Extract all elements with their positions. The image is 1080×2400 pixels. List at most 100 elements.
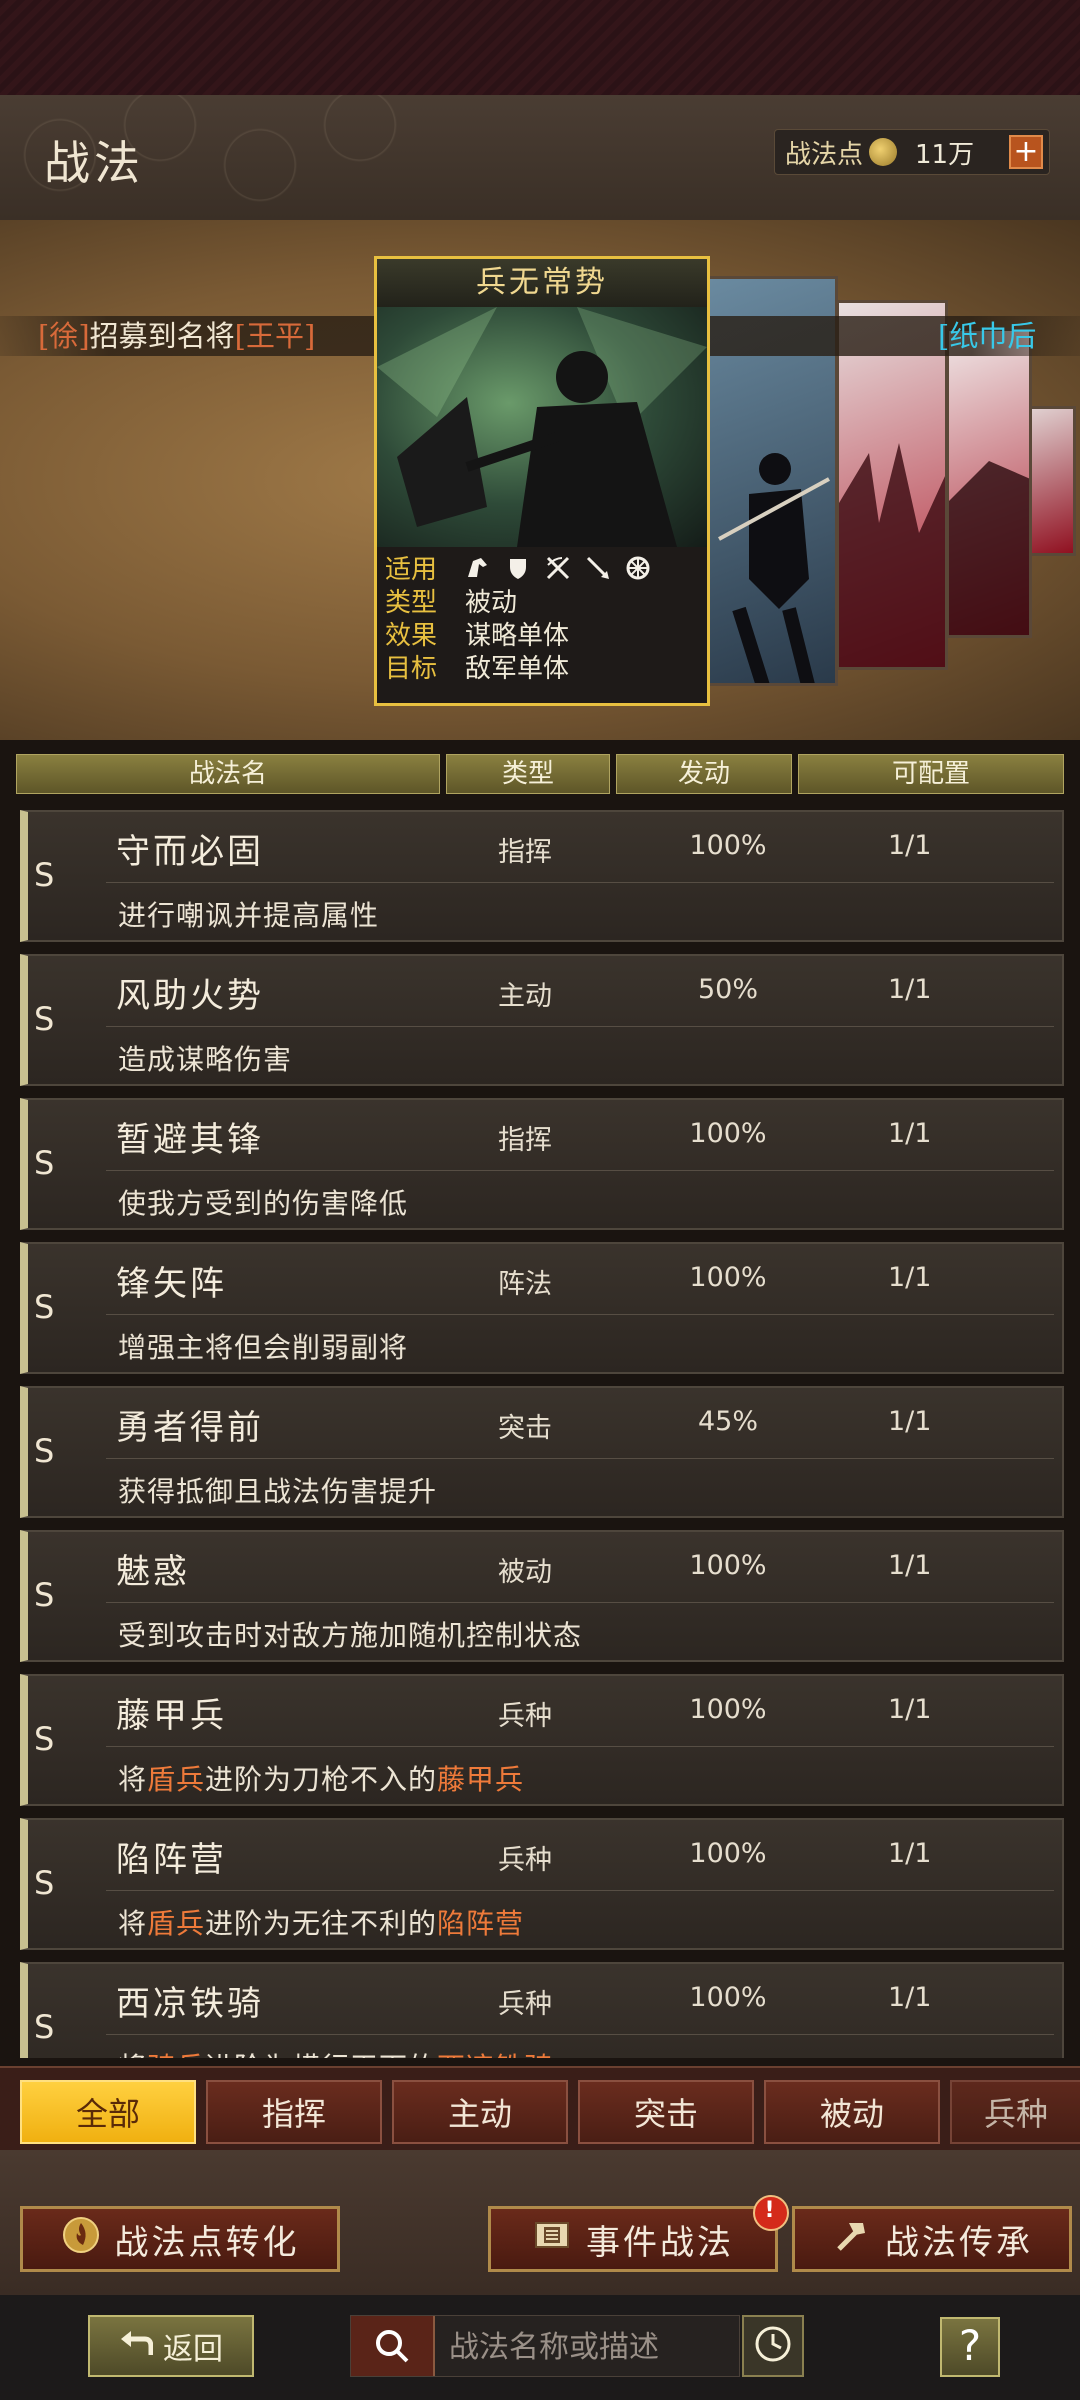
row-divider xyxy=(106,1170,1054,1171)
spear-icon xyxy=(585,555,611,581)
skill-slots: 1/1 xyxy=(888,1550,932,1581)
back-arrow-icon xyxy=(119,2327,154,2365)
skill-row[interactable]: S西凉铁骑兵种100%1/1将骑兵进阶为横行天下的西凉铁骑 xyxy=(20,1962,1064,2058)
scroll-icon xyxy=(532,2217,572,2262)
column-rate[interactable]: 发动 xyxy=(616,754,792,794)
convert-points-button[interactable]: 战法点转化 xyxy=(20,2206,340,2272)
filter-tab-bar: 全部 指挥 主动 突击 被动 兵种 xyxy=(0,2066,1080,2152)
apply-label: 适用 xyxy=(385,555,438,585)
skill-row[interactable]: S 守而必固 指挥 100% 1/1 进行嘲讽并提高属性 xyxy=(20,810,1064,942)
inherit-skills-label: 战法传承 xyxy=(885,2222,1033,2263)
skill-row[interactable]: S 魅惑 被动 100% 1/1 受到攻击时对敌方施加随机控制状态 xyxy=(20,1530,1064,1662)
description-text: 将 xyxy=(118,1763,148,1796)
skill-list[interactable]: S 守而必固 指挥 100% 1/1 进行嘲讽并提高属性 S 风助火势 主动 50% 1/1 造成谋略… xyxy=(20,810,1064,2058)
tab-command[interactable]: 指挥 xyxy=(206,2080,382,2144)
tab-active[interactable]: 主动 xyxy=(392,2080,568,2144)
skill-trigger-rate: 45% xyxy=(697,1406,758,1437)
skill-type: 主动 xyxy=(498,981,552,1012)
highlighted-term: 藤甲兵 xyxy=(437,1763,525,1796)
column-type[interactable]: 类型 xyxy=(446,754,610,794)
skill-description: 使我方受到的伤害降低 xyxy=(118,1182,408,1222)
row-divider xyxy=(106,1746,1054,1747)
skill-grade: S xyxy=(34,1864,55,1902)
event-skills-button[interactable]: 事件战法 ! xyxy=(488,2195,789,2272)
clock-icon xyxy=(753,2324,793,2368)
skill-row[interactable]: S 暂避其锋 指挥 100% 1/1 使我方受到的伤害降低 xyxy=(20,1098,1064,1230)
skill-row[interactable]: S 风助火势 主动 50% 1/1 造成谋略伤害 xyxy=(20,954,1064,1086)
effect-value: 谋略单体 xyxy=(465,621,570,651)
crossbow-icon xyxy=(545,555,571,581)
skill-trigger-rate: 50% xyxy=(697,974,758,1005)
skill-type: 兵种 xyxy=(498,1989,552,2020)
tab-troop[interactable]: 兵种 xyxy=(950,2080,1080,2144)
skill-trigger-rate: 100% xyxy=(689,1550,767,1581)
skill-row[interactable]: S 陷阵营 兵种 100% 1/1 将盾兵进阶为无往不利的陷阵营 xyxy=(20,1818,1064,1950)
event-skills-label: 事件战法 xyxy=(586,2222,734,2263)
action-bar: 战法点转化 事件战法 ! 战法传承 xyxy=(0,2150,1080,2295)
search-input[interactable] xyxy=(447,2324,731,2370)
column-slots[interactable]: 可配置 xyxy=(798,754,1064,794)
skill-grade: S xyxy=(34,856,55,894)
search-icon[interactable] xyxy=(351,2316,435,2376)
history-button[interactable] xyxy=(742,2315,804,2377)
column-name[interactable]: 战法名 xyxy=(16,754,440,794)
shield-icon xyxy=(505,555,531,581)
troop-type-icons xyxy=(465,555,651,581)
row-divider xyxy=(106,2034,1054,2035)
description-text: 进阶为横行天下的 xyxy=(205,2051,437,2058)
skill-slots: 1/1 xyxy=(888,1838,932,1869)
row-divider xyxy=(106,1026,1054,1027)
skill-trigger-rate: 100% xyxy=(689,1118,767,1149)
row-divider xyxy=(106,1602,1054,1603)
row-divider xyxy=(106,1314,1054,1315)
skill-slots: 1/1 xyxy=(888,1982,932,2013)
search-box xyxy=(350,2315,740,2377)
tab-assault[interactable]: 突击 xyxy=(578,2080,754,2144)
skill-name: 魅惑 xyxy=(116,1552,190,1592)
description-text: 使我方受到的伤害降低 xyxy=(118,1187,409,1220)
tactic-points-label: 战法点 xyxy=(785,139,864,170)
skill-row[interactable]: S 锋矢阵 阵法 100% 1/1 增强主将但会削弱副将 xyxy=(20,1242,1064,1374)
skill-name: 锋矢阵 xyxy=(116,1264,227,1304)
featured-skill-card[interactable]: 兵无常势 适用 类型 被动 效果 谋略单体 目标 敌军单体 xyxy=(374,256,710,706)
effect-label: 效果 xyxy=(385,621,438,651)
card-preview-3[interactable] xyxy=(946,328,1032,638)
flame-coin-icon xyxy=(61,2215,101,2264)
tactic-points-value: 11万 xyxy=(915,139,975,170)
skill-slots: 1/1 xyxy=(888,830,932,861)
skill-row[interactable]: S 勇者得前 突击 45% 1/1 获得抵御且战法伤害提升 xyxy=(20,1386,1064,1518)
skill-slots: 1/1 xyxy=(888,1406,932,1437)
skill-slots: 1/1 xyxy=(888,1694,932,1725)
description-text: 增强主将但会削弱副将 xyxy=(118,1331,409,1364)
help-button[interactable]: ? xyxy=(940,2317,1000,2377)
skill-description: 将盾兵进阶为刀枪不入的藤甲兵 xyxy=(118,1758,524,1798)
back-label: 返回 xyxy=(163,2332,223,2367)
skill-type: 突击 xyxy=(498,1413,552,1444)
skill-grade: S xyxy=(34,1144,55,1182)
description-text: 进阶为刀枪不入的 xyxy=(205,1763,438,1796)
card-preview-4[interactable] xyxy=(1028,406,1076,556)
highlighted-term: 陷阵营 xyxy=(437,1907,525,1940)
tab-passive[interactable]: 被动 xyxy=(764,2080,940,2144)
featured-skill-info: 适用 类型 被动 效果 谋略单体 目标 敌军单体 xyxy=(385,551,705,684)
skill-name: 勇者得前 xyxy=(116,1408,264,1448)
ticker-message-left: [徐]招募到名将[王平] xyxy=(38,319,316,353)
page-title: 战法 xyxy=(44,136,144,190)
skill-grade: S xyxy=(34,2008,55,2046)
bottom-bar: 返回 ? xyxy=(0,2295,1080,2400)
skill-description: 造成谋略伤害 xyxy=(118,1038,292,1078)
skill-table-header: 战法名 类型 发动 可配置 xyxy=(16,754,1064,794)
add-points-button[interactable]: + xyxy=(1009,135,1043,169)
inherit-skills-button[interactable]: 战法传承 xyxy=(792,2206,1072,2272)
skill-name: 陷阵营 xyxy=(116,1840,227,1880)
alert-badge: ! xyxy=(753,2195,789,2231)
skill-trigger-rate: 100% xyxy=(689,1262,767,1293)
back-button[interactable]: 返回 xyxy=(88,2315,254,2377)
tab-all[interactable]: 全部 xyxy=(20,2080,196,2144)
description-text: 造成谋略伤害 xyxy=(118,1043,293,1076)
skill-slots: 1/1 xyxy=(888,974,932,1005)
skill-row[interactable]: S 藤甲兵 兵种 100% 1/1 将盾兵进阶为刀枪不入的藤甲兵 xyxy=(20,1674,1064,1806)
skill-slots: 1/1 xyxy=(888,1262,932,1293)
skill-trigger-rate: 100% xyxy=(689,830,767,861)
skill-name: 守而必固 xyxy=(116,832,264,872)
